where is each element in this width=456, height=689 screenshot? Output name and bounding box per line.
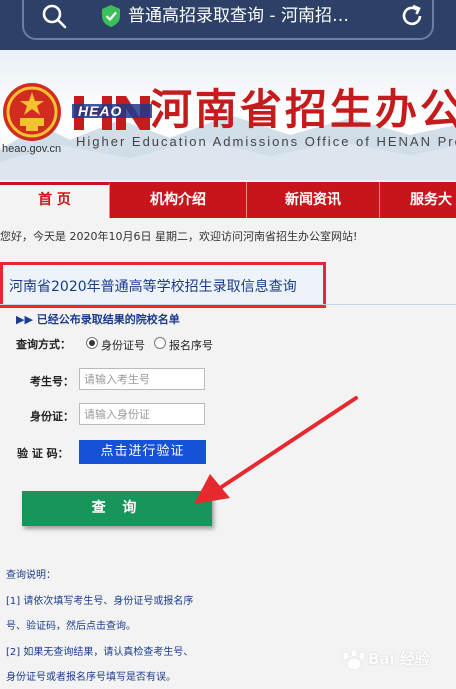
reload-icon[interactable] [398,2,426,30]
welcome-message: 您好，今天是 2020年10月6日 星期二，欢迎访问河南省招生办公室网站! [0,230,358,243]
radio-id-number-label[interactable]: 身份证号 [101,337,145,353]
nav-services[interactable]: 服务大 [380,182,456,218]
divider [0,304,456,305]
query-title: 河南省2020年普通高等学校招生录取信息查询 [9,279,297,295]
id-number-label: 身份证： [30,410,74,423]
radio-registration-number[interactable] [154,337,166,349]
nav-about[interactable]: 机构介绍 [110,182,247,218]
secure-shield-icon [102,5,120,27]
radio-registration-number-label[interactable]: 报名序号 [169,337,213,353]
logo-heao-text: HEAO [78,103,123,119]
query-mode-label: 查询方式： [16,338,71,351]
nav-news[interactable]: 新闻资讯 [247,182,380,218]
page-title: 普通高招录取查询 - 河南招… [128,6,349,26]
browser-toolbar: 普通高招录取查询 - 河南招… [0,0,456,50]
site-header: heao.gov.cn HEAO 河南省招生办公室 Higher Educati… [0,50,456,182]
annotation-arrow-icon [194,396,358,504]
note-line-3: [2] 如果无查询结果，请认真检查考生号、 [6,647,194,658]
note-line-4: 身份证号或者报名序号填写是否有误。 [6,672,176,683]
watermark-text: Bai 经验 [368,650,430,668]
office-name-cn: 河南省招生办公室 [150,85,456,134]
radio-id-number[interactable] [86,337,98,349]
note-line-2: 号、验证码，然后点击查询。 [6,621,136,632]
published-schools-link[interactable]: ▶▶ 已经公布录取结果的院校名单 [16,311,180,327]
note-line-1: [1] 请依次填写考生号、身份证号或报名序 [6,596,194,607]
domain-label: heao.gov.cn [2,143,62,155]
exam-number-label: 考生号： [30,375,74,388]
nav-home[interactable]: 首 页 [0,182,110,218]
query-title-highlight: 河南省2020年普通高等学校招生录取信息查询 [0,262,326,308]
address-bar[interactable]: 普通高招录取查询 - 河南招… [22,0,434,40]
office-name-en: Higher Education Admissions Office of HE… [76,134,456,149]
captcha-label: 验 证 码： [17,447,69,460]
national-emblem-icon[interactable] [0,80,64,144]
notes-heading: 查询说明： [6,570,56,581]
main-nav: 首 页 机构介绍 新闻资讯 服务大 [0,182,456,218]
search-icon[interactable] [40,2,68,30]
